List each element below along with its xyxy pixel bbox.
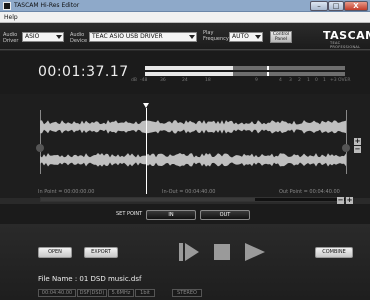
timecode-display: 00:01:37.17 bbox=[38, 64, 129, 80]
level-fill-right bbox=[145, 72, 233, 76]
horizontal-scrollbar[interactable] bbox=[40, 197, 346, 202]
zoom-out-vertical-button[interactable]: − bbox=[354, 146, 361, 153]
set-out-button[interactable]: OUT bbox=[200, 210, 250, 220]
waveform-right-channel bbox=[40, 153, 346, 167]
meter-scale-label: 4 bbox=[279, 78, 282, 83]
play-frequency-label: Play Frequency bbox=[203, 30, 229, 42]
audio-device-label: Audio Device bbox=[70, 32, 88, 44]
file-sample-rate: 5.6MHz bbox=[108, 289, 134, 297]
in-point-readout: In Point = 00:00:00.00 bbox=[38, 189, 95, 195]
file-duration: 00:04:40.00 bbox=[38, 289, 76, 297]
zoom-in-horizontal-button[interactable]: + bbox=[346, 197, 353, 204]
chevron-down-icon bbox=[189, 35, 195, 39]
minimize-button[interactable]: – bbox=[310, 1, 328, 11]
out-point-handle[interactable] bbox=[342, 144, 350, 152]
app-icon bbox=[3, 2, 11, 10]
peak-hold-right bbox=[267, 72, 269, 76]
app-window: TASCAM Hi-Res Editor – □ X Help Audio Dr… bbox=[0, 0, 370, 300]
chevron-down-icon bbox=[255, 35, 261, 39]
out-point-readout: Out Point = 00:04:40.00 bbox=[279, 189, 340, 195]
logo-subtitle: TEAC PROFESSIONAL bbox=[330, 41, 361, 49]
menu-bar: Help bbox=[0, 12, 370, 23]
peak-hold-left bbox=[267, 66, 269, 70]
zoom-in-vertical-button[interactable]: + bbox=[354, 138, 361, 145]
combine-button[interactable]: COMBINE bbox=[315, 247, 353, 258]
menu-help[interactable]: Help bbox=[4, 13, 18, 22]
in-point-handle[interactable] bbox=[36, 144, 44, 152]
meter-scale-db: dB bbox=[131, 78, 137, 83]
play-frequency-select[interactable]: AUTO bbox=[229, 32, 263, 42]
zoom-out-horizontal-button[interactable]: − bbox=[337, 197, 344, 204]
play-pause-icon[interactable] bbox=[177, 241, 201, 263]
meter-scale-label: 24 bbox=[182, 78, 188, 83]
device-bar: Audio Driver ASIO Audio Device TEAC ASIO… bbox=[0, 23, 370, 50]
audio-driver-select[interactable]: ASIO bbox=[22, 32, 64, 42]
meter-scale-label: 3 bbox=[289, 78, 292, 83]
meter-scale-label: 1 bbox=[307, 78, 310, 83]
open-button[interactable]: OPEN bbox=[38, 247, 72, 258]
window-title: TASCAM Hi-Res Editor bbox=[14, 2, 80, 9]
maximize-button[interactable]: □ bbox=[328, 1, 344, 11]
meter-scale-label: 2 bbox=[298, 78, 301, 83]
stop-icon[interactable] bbox=[211, 241, 233, 263]
meter-scale-label: 36 bbox=[160, 78, 166, 83]
file-format: DSF(DSD) bbox=[77, 289, 107, 297]
meter-scale-label: -48 bbox=[140, 78, 148, 83]
meter-scale-label: 1 bbox=[323, 78, 326, 83]
file-name: File Name : 01 DSD music.dsf bbox=[38, 275, 142, 283]
waveform-left-channel bbox=[40, 120, 346, 134]
play-icon[interactable] bbox=[243, 241, 267, 263]
file-bit-depth: 1bit bbox=[135, 289, 155, 297]
export-button[interactable]: EXPORT bbox=[84, 247, 118, 258]
set-point-label: SET POINT bbox=[116, 211, 143, 217]
in-out-readout: In-Out = 00:04:40.00 bbox=[162, 189, 216, 195]
level-fill-left bbox=[145, 66, 233, 70]
playhead-line[interactable] bbox=[146, 108, 147, 194]
meter-scale-label: +3 bbox=[330, 78, 337, 83]
level-meter-right bbox=[145, 72, 345, 76]
title-bar: TASCAM Hi-Res Editor – □ X bbox=[0, 0, 370, 12]
level-meter-left bbox=[145, 66, 345, 70]
audio-driver-label: Audio Driver bbox=[3, 32, 19, 44]
meter-scale-label: 0 bbox=[315, 78, 318, 83]
meter-scale-label: OVER bbox=[338, 78, 351, 83]
audio-device-select[interactable]: TEAC ASIO USB DRIVER bbox=[89, 32, 197, 42]
control-panel-button[interactable]: Control Panel bbox=[270, 31, 292, 43]
track-end-line bbox=[346, 110, 347, 174]
close-button[interactable]: X bbox=[344, 1, 368, 11]
waveform-panel bbox=[0, 94, 370, 198]
meter-scale-label: 9 bbox=[255, 78, 258, 83]
meter-scale-label: 18 bbox=[205, 78, 211, 83]
chevron-down-icon bbox=[56, 35, 62, 39]
file-channels: STEREO bbox=[172, 289, 202, 297]
scrollbar-thumb[interactable] bbox=[41, 198, 255, 201]
set-in-button[interactable]: IN bbox=[146, 210, 196, 220]
